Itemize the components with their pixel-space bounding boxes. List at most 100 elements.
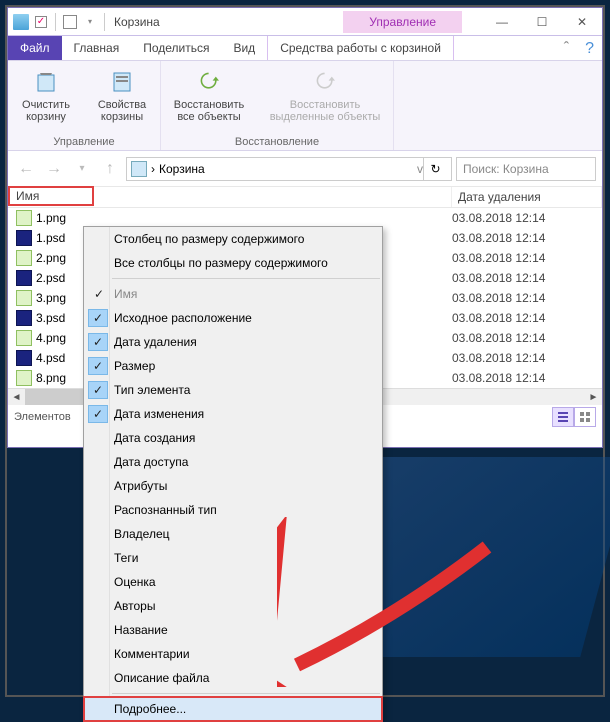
ctx-column-option[interactable]: Описание файла	[84, 666, 382, 690]
address-bar[interactable]: › Корзина v ↻	[126, 157, 452, 181]
column-gap	[94, 187, 452, 207]
scroll-left-icon[interactable]: ◄	[8, 389, 25, 405]
location-icon	[131, 161, 147, 177]
refresh-button[interactable]: ↻	[423, 157, 447, 181]
file-deleted-date: 03.08.2018 12:14	[452, 271, 602, 285]
ctx-label: Имя	[114, 287, 137, 301]
ctx-label: Описание файла	[114, 671, 209, 685]
psd-file-icon	[16, 350, 32, 366]
qat-checkbox-icon[interactable]: ✓	[32, 13, 50, 31]
ctx-label: Дата доступа	[114, 455, 188, 469]
file-deleted-date: 03.08.2018 12:14	[452, 331, 602, 345]
empty-recycle-button[interactable]: Очистить корзину	[8, 61, 84, 136]
contextual-tab-header[interactable]: Управление	[343, 11, 462, 33]
file-deleted-date: 03.08.2018 12:14	[452, 351, 602, 365]
psd-file-icon	[16, 230, 32, 246]
ctx-label: Дата удаления	[114, 335, 197, 349]
forward-button[interactable]: →	[42, 157, 66, 181]
recycle-properties-button[interactable]: Свойства корзины	[84, 61, 160, 136]
tab-recycle-tools[interactable]: Средства работы с корзиной	[267, 36, 454, 60]
check-icon: ✓	[88, 381, 108, 399]
column-context-menu: Столбец по размеру содержимого Все столб…	[83, 226, 383, 722]
ctx-column-option[interactable]: Распознанный тип	[84, 498, 382, 522]
titlebar: ✓ ▾ Корзина Управление — ☐ ✕	[8, 8, 602, 36]
file-deleted-date: 03.08.2018 12:14	[452, 371, 602, 385]
ctx-column-option[interactable]: Авторы	[84, 594, 382, 618]
scroll-right-icon[interactable]: ►	[585, 389, 602, 405]
ctx-column-option[interactable]: ✓Дата изменения	[84, 402, 382, 426]
restore-selected-icon	[309, 65, 341, 97]
psd-file-icon	[16, 270, 32, 286]
column-header-name[interactable]: Имя	[8, 186, 94, 206]
check-icon: ✓	[88, 405, 108, 423]
address-separator: ›	[151, 162, 155, 176]
ctx-column-option[interactable]: Оценка	[84, 570, 382, 594]
ctx-column-option[interactable]: Название	[84, 618, 382, 642]
ctx-label: Авторы	[114, 599, 155, 613]
ctx-label: Оценка	[114, 575, 156, 589]
recycle-bin-icon	[12, 13, 30, 31]
back-button[interactable]: ←	[14, 157, 38, 181]
check-icon: ✓	[88, 333, 108, 351]
ctx-size-all-columns[interactable]: Все столбцы по размеру содержимого	[84, 251, 382, 275]
png-file-icon	[16, 290, 32, 306]
ctx-column-option[interactable]: Теги	[84, 546, 382, 570]
ribbon-group-manage: Управление	[8, 136, 160, 150]
ctx-column-option[interactable]: Дата доступа	[84, 450, 382, 474]
restore-all-button[interactable]: Восстановить все объекты	[161, 61, 257, 136]
up-button[interactable]: ↑	[98, 157, 122, 181]
ctx-column-option[interactable]: ✓Исходное расположение	[84, 306, 382, 330]
ribbon-collapse-icon[interactable]: ˆ	[556, 36, 577, 60]
restore-selected-button: Восстановить выделенные объекты	[257, 61, 393, 136]
ctx-column-option[interactable]: Владелец	[84, 522, 382, 546]
check-icon: ✓	[90, 287, 108, 301]
ctx-label: Теги	[114, 551, 138, 565]
ctx-more[interactable]: Подробнее...	[84, 697, 382, 721]
ctx-size-column[interactable]: Столбец по размеру содержимого	[84, 227, 382, 251]
ctx-column-option[interactable]: ✓Тип элемента	[84, 378, 382, 402]
tab-file[interactable]: Файл	[8, 36, 62, 60]
png-file-icon	[16, 250, 32, 266]
maximize-button[interactable]: ☐	[522, 11, 562, 33]
png-file-icon	[16, 370, 32, 386]
file-row[interactable]: 1.png03.08.2018 12:14	[8, 208, 602, 228]
close-button[interactable]: ✕	[562, 11, 602, 33]
empty-recycle-icon	[30, 65, 62, 97]
file-deleted-date: 03.08.2018 12:14	[452, 311, 602, 325]
qat-folder-icon[interactable]	[61, 13, 79, 31]
view-details-button[interactable]	[552, 407, 574, 427]
check-icon: ✓	[88, 357, 108, 375]
ribbon-body: Очистить корзину Свойства корзины Управл…	[8, 61, 602, 151]
ctx-separator	[112, 693, 380, 694]
address-location[interactable]: Корзина	[159, 162, 205, 176]
psd-file-icon	[16, 310, 32, 326]
window-title: Корзина	[114, 15, 160, 29]
ctx-column-option[interactable]: Дата создания	[84, 426, 382, 450]
ctx-column-option[interactable]: Атрибуты	[84, 474, 382, 498]
check-icon: ✓	[88, 309, 108, 327]
tab-share[interactable]: Поделиться	[131, 36, 221, 60]
ctx-label: Комментарии	[114, 647, 190, 661]
ctx-label: Владелец	[114, 527, 170, 541]
file-deleted-date: 03.08.2018 12:14	[452, 231, 602, 245]
recent-locations-button[interactable]: ▾	[70, 157, 94, 181]
ctx-column-option[interactable]: ✓ Дата удаления	[84, 330, 382, 354]
column-header-deleted-date[interactable]: Дата удаления	[452, 187, 602, 207]
tab-view[interactable]: Вид	[221, 36, 267, 60]
help-icon[interactable]: ?	[577, 36, 602, 60]
ctx-label: Название	[114, 623, 168, 637]
ctx-column-option[interactable]: ✓Размер	[84, 354, 382, 378]
file-deleted-date: 03.08.2018 12:14	[452, 211, 602, 225]
qat-dropdown-icon[interactable]: ▾	[81, 13, 99, 31]
status-elements-label: Элементов	[14, 411, 71, 423]
separator	[104, 13, 105, 31]
tab-home[interactable]: Главная	[62, 36, 132, 60]
ctx-label: Дата создания	[114, 431, 195, 445]
view-icons-button[interactable]	[574, 407, 596, 427]
ctx-column-option[interactable]: Комментарии	[84, 642, 382, 666]
minimize-button[interactable]: —	[482, 11, 522, 33]
ctx-separator	[112, 278, 380, 279]
file-deleted-date: 03.08.2018 12:14	[452, 251, 602, 265]
search-input[interactable]: Поиск: Корзина	[456, 157, 596, 181]
ctx-label: Распознанный тип	[114, 503, 217, 517]
